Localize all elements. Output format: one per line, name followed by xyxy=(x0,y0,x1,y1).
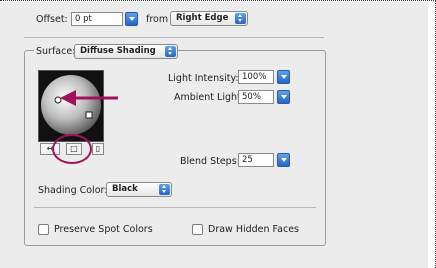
from-label: from xyxy=(146,14,169,25)
ambient-light-field[interactable]: 50% xyxy=(238,90,274,104)
group-divider xyxy=(24,37,324,38)
options-panel: Offset: 0 pt from Right Edge Surface: Di… xyxy=(0,2,428,268)
from-select-value: Right Edge xyxy=(176,13,229,23)
ambient-light-label: Ambient Light: xyxy=(174,92,244,103)
annotation-arrow-icon xyxy=(60,90,118,106)
surface-label: Surface: xyxy=(34,46,78,57)
draw-hidden-faces-label: Draw Hidden Faces xyxy=(208,224,299,235)
offset-field[interactable]: 0 pt xyxy=(71,12,123,26)
preserve-spot-colors-label: Preserve Spot Colors xyxy=(54,224,153,235)
shading-color-select[interactable]: Black xyxy=(106,182,172,197)
light-intensity-field[interactable]: 100% xyxy=(238,70,274,84)
preserve-spot-colors-checkbox[interactable] xyxy=(38,224,49,235)
blend-steps-field[interactable]: 25 xyxy=(238,153,274,167)
options-divider xyxy=(34,207,316,208)
shading-color-label: Shading Color: xyxy=(38,185,108,196)
shading-color-value: Black xyxy=(112,184,138,194)
ambient-light-arrow-down-icon[interactable] xyxy=(277,90,290,104)
light-intensity-arrow-down-icon[interactable] xyxy=(277,70,290,84)
draw-hidden-faces-checkbox[interactable] xyxy=(192,224,203,235)
surface-select[interactable]: Diffuse Shading xyxy=(74,44,178,59)
light-point[interactable] xyxy=(85,111,93,119)
offset-label: Offset: xyxy=(36,14,68,25)
popup-arrows-icon xyxy=(159,184,170,195)
popup-arrows-icon xyxy=(235,13,246,24)
light-intensity-label: Light Intensity: xyxy=(168,73,239,84)
blend-steps-arrow-down-icon[interactable] xyxy=(277,153,290,167)
annotation-circle xyxy=(52,134,92,164)
offset-arrow-down-icon[interactable] xyxy=(125,12,138,26)
blend-steps-label: Blend Steps: xyxy=(180,156,240,167)
from-select[interactable]: Right Edge xyxy=(170,11,248,26)
delete-light-button[interactable]: ▯ xyxy=(92,143,104,155)
popup-arrows-icon xyxy=(165,46,176,57)
surface-select-value: Diffuse Shading xyxy=(80,46,156,56)
